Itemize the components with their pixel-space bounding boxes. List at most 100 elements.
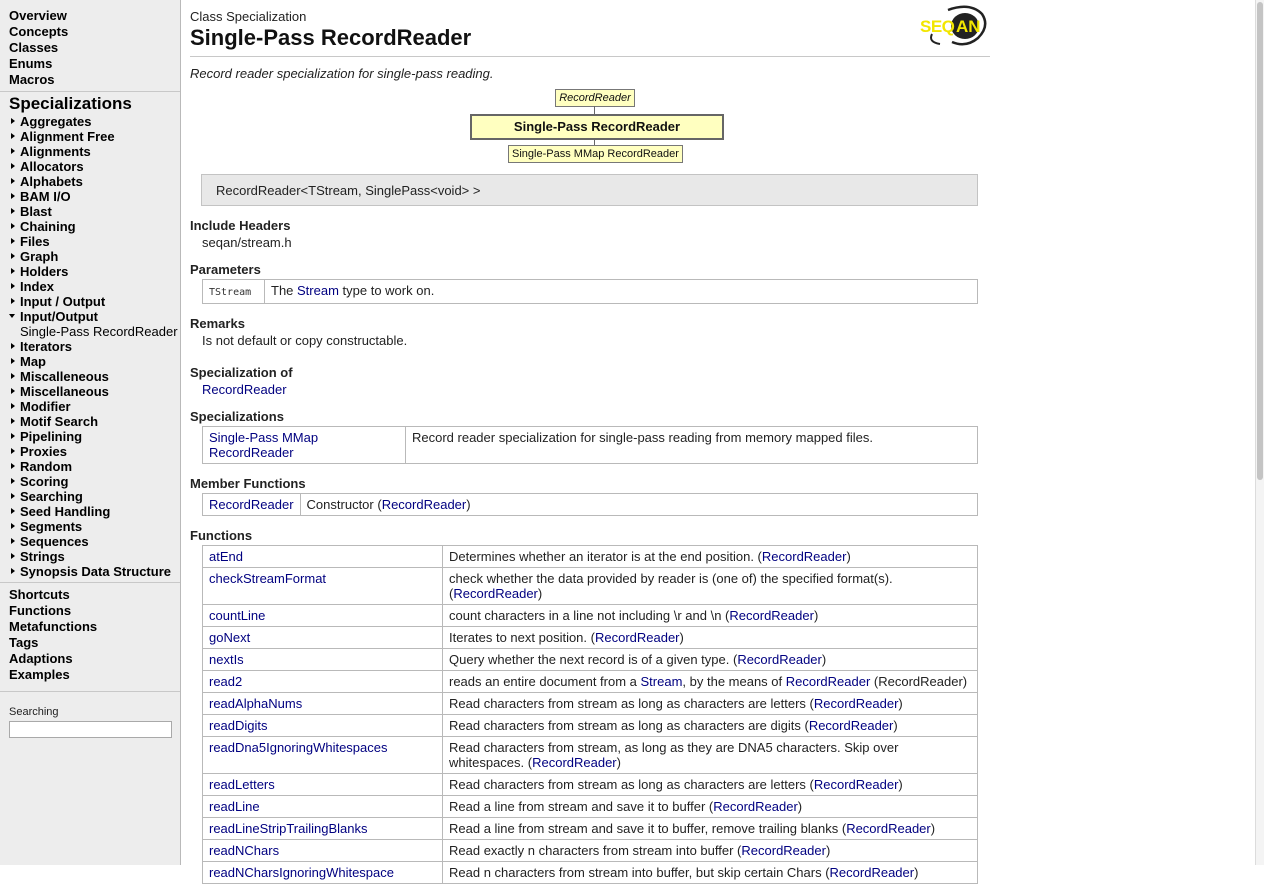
function-desc-link[interactable]: RecordReader (737, 652, 822, 667)
search-input[interactable] (9, 721, 172, 738)
sidebar-item[interactable]: Random (9, 459, 180, 474)
function-desc-link[interactable]: RecordReader (453, 586, 538, 601)
sidebar-item[interactable]: Aggregates (9, 114, 180, 129)
scrollbar-thumb[interactable] (1257, 2, 1263, 480)
triangle-right-icon[interactable] (11, 268, 15, 274)
sidebar-item[interactable]: Alignments (9, 144, 180, 159)
triangle-right-icon[interactable] (11, 133, 15, 139)
function-link[interactable]: atEnd (209, 549, 243, 564)
function-link[interactable]: readDigits (209, 718, 268, 733)
nav-classes[interactable]: Classes (9, 40, 180, 56)
member-link[interactable]: RecordReader (209, 497, 294, 512)
nav-concepts[interactable]: Concepts (9, 24, 180, 40)
function-desc-link[interactable]: RecordReader (846, 821, 931, 836)
sidebar-item[interactable]: Chaining (9, 219, 180, 234)
sidebar-item[interactable]: Input/Output (9, 309, 180, 324)
triangle-right-icon[interactable] (11, 403, 15, 409)
function-desc-link[interactable]: RecordReader (809, 718, 894, 733)
sidebar-item[interactable]: Miscalleneous (9, 369, 180, 384)
function-link[interactable]: read2 (209, 674, 242, 689)
triangle-right-icon[interactable] (11, 253, 15, 259)
sidebar-item[interactable]: Holders (9, 264, 180, 279)
triangle-right-icon[interactable] (11, 208, 15, 214)
triangle-right-icon[interactable] (11, 358, 15, 364)
sidebar-item[interactable]: BAM I/O (9, 189, 180, 204)
function-desc-link[interactable]: Stream (641, 674, 683, 689)
sidebar-item[interactable]: Allocators (9, 159, 180, 174)
triangle-right-icon[interactable] (11, 553, 15, 559)
triangle-right-icon[interactable] (11, 463, 15, 469)
sidebar-item[interactable]: Pipelining (9, 429, 180, 444)
triangle-right-icon[interactable] (11, 538, 15, 544)
diagram-parent-box[interactable]: RecordReader (555, 89, 635, 107)
sidebar-item[interactable]: Files (9, 234, 180, 249)
specializations-heading[interactable]: Specializations (0, 92, 180, 114)
specialization-of-link[interactable]: RecordReader (202, 382, 287, 397)
function-link[interactable]: checkStreamFormat (209, 571, 326, 586)
sidebar-item[interactable]: Iterators (9, 339, 180, 354)
function-desc-link[interactable]: RecordReader (713, 799, 798, 814)
sidebar-item[interactable]: Map (9, 354, 180, 369)
sidebar-item[interactable]: Input / Output (9, 294, 180, 309)
sidebar-item[interactable]: Index (9, 279, 180, 294)
sidebar-subitem[interactable]: Single-Pass RecordReader (9, 324, 180, 339)
triangle-right-icon[interactable] (11, 223, 15, 229)
function-desc-link[interactable]: RecordReader (814, 696, 899, 711)
triangle-right-icon[interactable] (11, 448, 15, 454)
triangle-right-icon[interactable] (11, 283, 15, 289)
sidebar-item[interactable]: Searching (9, 489, 180, 504)
nav-overview[interactable]: Overview (9, 8, 180, 24)
function-desc-link[interactable]: RecordReader (786, 674, 871, 689)
nav-enums[interactable]: Enums (9, 56, 180, 72)
nav-examples[interactable]: Examples (9, 667, 180, 683)
triangle-right-icon[interactable] (11, 568, 15, 574)
function-desc-link[interactable]: RecordReader (830, 865, 915, 880)
function-desc-link[interactable]: RecordReader (532, 755, 617, 770)
function-link[interactable]: readNChars (209, 843, 279, 858)
stream-link[interactable]: Stream (297, 283, 339, 298)
seqan-logo[interactable]: SEQ AN (918, 4, 988, 46)
function-link[interactable]: nextIs (209, 652, 244, 667)
sidebar-item[interactable]: Miscellaneous (9, 384, 180, 399)
function-link[interactable]: readAlphaNums (209, 696, 302, 711)
vertical-scrollbar[interactable] (1255, 0, 1264, 865)
triangle-right-icon[interactable] (11, 178, 15, 184)
sidebar-item[interactable]: Graph (9, 249, 180, 264)
function-link[interactable]: countLine (209, 608, 265, 623)
triangle-right-icon[interactable] (11, 298, 15, 304)
nav-functions[interactable]: Functions (9, 603, 180, 619)
sidebar-item[interactable]: Blast (9, 204, 180, 219)
function-link[interactable]: readLineStripTrailingBlanks (209, 821, 368, 836)
triangle-right-icon[interactable] (11, 523, 15, 529)
sidebar-item[interactable]: Seed Handling (9, 504, 180, 519)
function-link[interactable]: readDna5IgnoringWhitespaces (209, 740, 388, 755)
triangle-right-icon[interactable] (11, 373, 15, 379)
sidebar-item[interactable]: Synopsis Data Structure (9, 564, 180, 579)
triangle-right-icon[interactable] (11, 388, 15, 394)
sidebar-item[interactable]: Sequences (9, 534, 180, 549)
nav-tags[interactable]: Tags (9, 635, 180, 651)
function-desc-link[interactable]: RecordReader (595, 630, 680, 645)
triangle-right-icon[interactable] (11, 118, 15, 124)
triangle-right-icon[interactable] (11, 148, 15, 154)
triangle-right-icon[interactable] (11, 193, 15, 199)
triangle-right-icon[interactable] (11, 493, 15, 499)
function-link[interactable]: readLine (209, 799, 260, 814)
triangle-right-icon[interactable] (11, 343, 15, 349)
function-desc-link[interactable]: RecordReader (729, 608, 814, 623)
sidebar-item[interactable]: Strings (9, 549, 180, 564)
triangle-right-icon[interactable] (11, 238, 15, 244)
sidebar-item[interactable]: Scoring (9, 474, 180, 489)
triangle-right-icon[interactable] (11, 433, 15, 439)
function-desc-link[interactable]: RecordReader (762, 549, 847, 564)
sidebar-item[interactable]: Segments (9, 519, 180, 534)
sidebar-item[interactable]: Proxies (9, 444, 180, 459)
triangle-down-icon[interactable] (9, 314, 15, 318)
function-desc-link[interactable]: RecordReader (814, 777, 899, 792)
spec-link[interactable]: Single-Pass MMap RecordReader (209, 430, 318, 460)
sidebar-item[interactable]: Modifier (9, 399, 180, 414)
nav-macros[interactable]: Macros (9, 72, 180, 88)
triangle-right-icon[interactable] (11, 478, 15, 484)
function-link[interactable]: readLetters (209, 777, 275, 792)
function-link[interactable]: readNCharsIgnoringWhitespace (209, 865, 394, 880)
